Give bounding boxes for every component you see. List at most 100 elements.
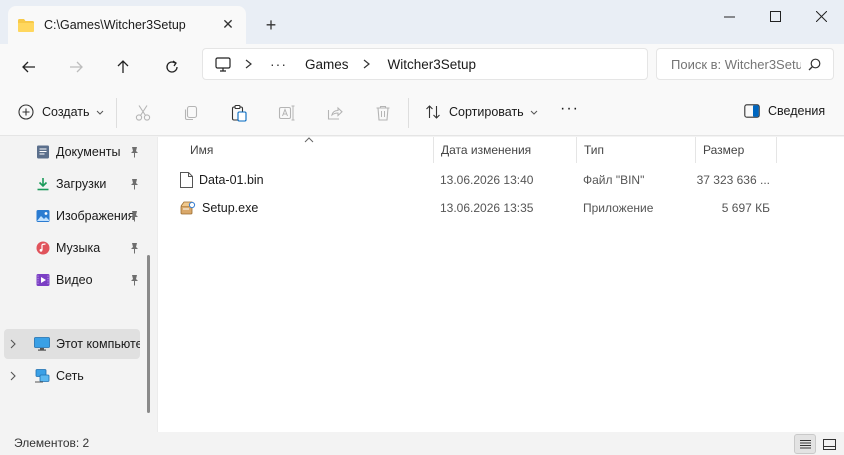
- sidebar-item-documents[interactable]: Документы: [36, 141, 142, 163]
- list-view-icon: [799, 439, 811, 448]
- navigation-pane: Документы Загрузки Изображения Музыка Ви…: [0, 137, 158, 432]
- file-type: Файл "BIN": [583, 173, 645, 187]
- arrow-left-icon: [22, 61, 35, 73]
- file-type: Приложение: [583, 201, 654, 215]
- chevron-down-icon: [530, 110, 538, 115]
- details-pane-icon: [744, 104, 760, 118]
- videos-icon: [36, 274, 50, 286]
- sort-button[interactable]: Сортировать: [425, 104, 538, 120]
- sidebar-item-label: Загрузки: [56, 177, 107, 191]
- toolbar-divider: [408, 98, 409, 128]
- downloads-icon: [37, 178, 49, 191]
- toolbar-divider: [116, 98, 117, 128]
- setup-exe-icon: [180, 201, 196, 215]
- sidebar-item-label: Музыка: [56, 241, 101, 255]
- pin-icon: [131, 275, 138, 286]
- close-tab-button[interactable]: ✕: [220, 16, 236, 32]
- create-label: Создать: [42, 105, 90, 119]
- folder-icon: [18, 18, 34, 32]
- sidebar-scrollbar[interactable]: [147, 255, 150, 413]
- sidebar-item-this-pc[interactable]: Этот компьютер: [4, 329, 140, 359]
- pin-icon: [131, 147, 138, 158]
- delete-icon[interactable]: [374, 104, 392, 122]
- file-size: 37 323 636 ...: [696, 173, 770, 187]
- tab-current[interactable]: C:\Games\Witcher3Setup ✕: [8, 6, 246, 44]
- chevron-right-icon[interactable]: [10, 339, 30, 349]
- sidebar-item-label: Этот компьютер: [56, 337, 140, 351]
- share-icon[interactable]: [326, 104, 344, 122]
- search-icon: [808, 58, 821, 71]
- chevron-right-icon[interactable]: [10, 371, 30, 381]
- column-header-size[interactable]: Размер: [695, 137, 777, 163]
- file-name-cell: Setup.exe: [180, 194, 258, 222]
- file-list: Имя Дата изменения Тип Размер Data-01.bi…: [158, 137, 844, 433]
- breadcrumb-games[interactable]: Games: [305, 57, 349, 72]
- address-bar[interactable]: ··· Games Witcher3Setup: [202, 48, 648, 80]
- pin-icon: [131, 179, 138, 190]
- command-bar: Создать Сортировать ··· Сведения: [0, 88, 844, 136]
- tiles-view-icon: [822, 438, 836, 450]
- table-row[interactable]: Setup.exe 13.06.2026 13:35 Приложение 5 …: [174, 194, 814, 222]
- table-row[interactable]: Data-01.bin 13.06.2026 13:40 Файл "BIN" …: [174, 166, 814, 194]
- chevron-right-icon: [363, 59, 370, 69]
- more-options-button[interactable]: ···: [560, 100, 579, 118]
- pin-icon: [131, 211, 138, 222]
- close-icon: [815, 10, 827, 22]
- sidebar-item-downloads[interactable]: Загрузки: [36, 173, 142, 195]
- back-button[interactable]: [14, 52, 44, 82]
- breadcrumb-overflow-button[interactable]: ···: [270, 56, 287, 72]
- sidebar-item-label: Изображения: [56, 209, 135, 223]
- breadcrumb-witcher3setup[interactable]: Witcher3Setup: [388, 57, 477, 72]
- this-pc-icon: [34, 337, 50, 351]
- file-date: 13.06.2026 13:40: [440, 173, 534, 187]
- sidebar-item-videos[interactable]: Видео: [36, 269, 142, 291]
- computer-icon: [215, 56, 231, 72]
- column-header-name[interactable]: Имя: [182, 137, 434, 163]
- file-date: 13.06.2026 13:35: [440, 201, 534, 215]
- details-label: Сведения: [768, 104, 826, 118]
- bin-file-icon: [180, 172, 193, 188]
- copy-icon[interactable]: [182, 104, 200, 122]
- sidebar-item-network[interactable]: Сеть: [4, 361, 140, 391]
- column-header-date[interactable]: Дата изменения: [433, 137, 577, 163]
- maximize-button[interactable]: [752, 0, 798, 32]
- chevron-down-icon: [96, 110, 103, 115]
- title-bar: C:\Games\Witcher3Setup ✕ +: [0, 0, 844, 44]
- sidebar-item-pictures[interactable]: Изображения: [36, 205, 142, 227]
- details-pane-button[interactable]: Сведения: [744, 104, 825, 118]
- plus-circle-icon: [18, 104, 34, 120]
- network-icon: [35, 369, 50, 383]
- paste-icon[interactable]: [230, 104, 248, 122]
- chevron-right-icon: [245, 59, 252, 69]
- create-button[interactable]: Создать: [18, 104, 104, 120]
- sort-icon: [426, 105, 440, 119]
- rename-icon[interactable]: [278, 104, 296, 122]
- sidebar-item-label: Сеть: [56, 369, 84, 383]
- minimize-icon: [723, 16, 735, 17]
- refresh-button[interactable]: [157, 52, 187, 82]
- tiles-view-button[interactable]: [818, 434, 840, 454]
- item-count: Элементов: 2: [14, 436, 90, 450]
- sidebar-item-music[interactable]: Музыка: [36, 237, 142, 259]
- minimize-button[interactable]: [706, 0, 752, 32]
- search-box[interactable]: [656, 48, 834, 80]
- up-button[interactable]: [108, 52, 138, 82]
- file-size: 5 697 КБ: [721, 201, 770, 215]
- arrow-right-icon: [70, 61, 83, 73]
- search-input[interactable]: [671, 56, 801, 72]
- address-row: ··· Games Witcher3Setup: [0, 44, 844, 88]
- column-header-type[interactable]: Тип: [576, 137, 696, 163]
- status-bar: Элементов: 2: [0, 432, 844, 455]
- forward-button[interactable]: [61, 52, 91, 82]
- close-window-button[interactable]: [798, 0, 844, 32]
- details-view-button[interactable]: [794, 434, 816, 454]
- tab-title: C:\Games\Witcher3Setup: [44, 18, 186, 32]
- column-divider[interactable]: [776, 137, 777, 163]
- sidebar-item-label: Видео: [56, 273, 93, 287]
- cut-icon[interactable]: [134, 104, 152, 122]
- maximize-icon: [769, 10, 781, 22]
- new-tab-button[interactable]: +: [258, 13, 284, 37]
- refresh-icon: [166, 60, 178, 73]
- music-icon: [36, 241, 50, 255]
- pin-icon: [131, 243, 138, 254]
